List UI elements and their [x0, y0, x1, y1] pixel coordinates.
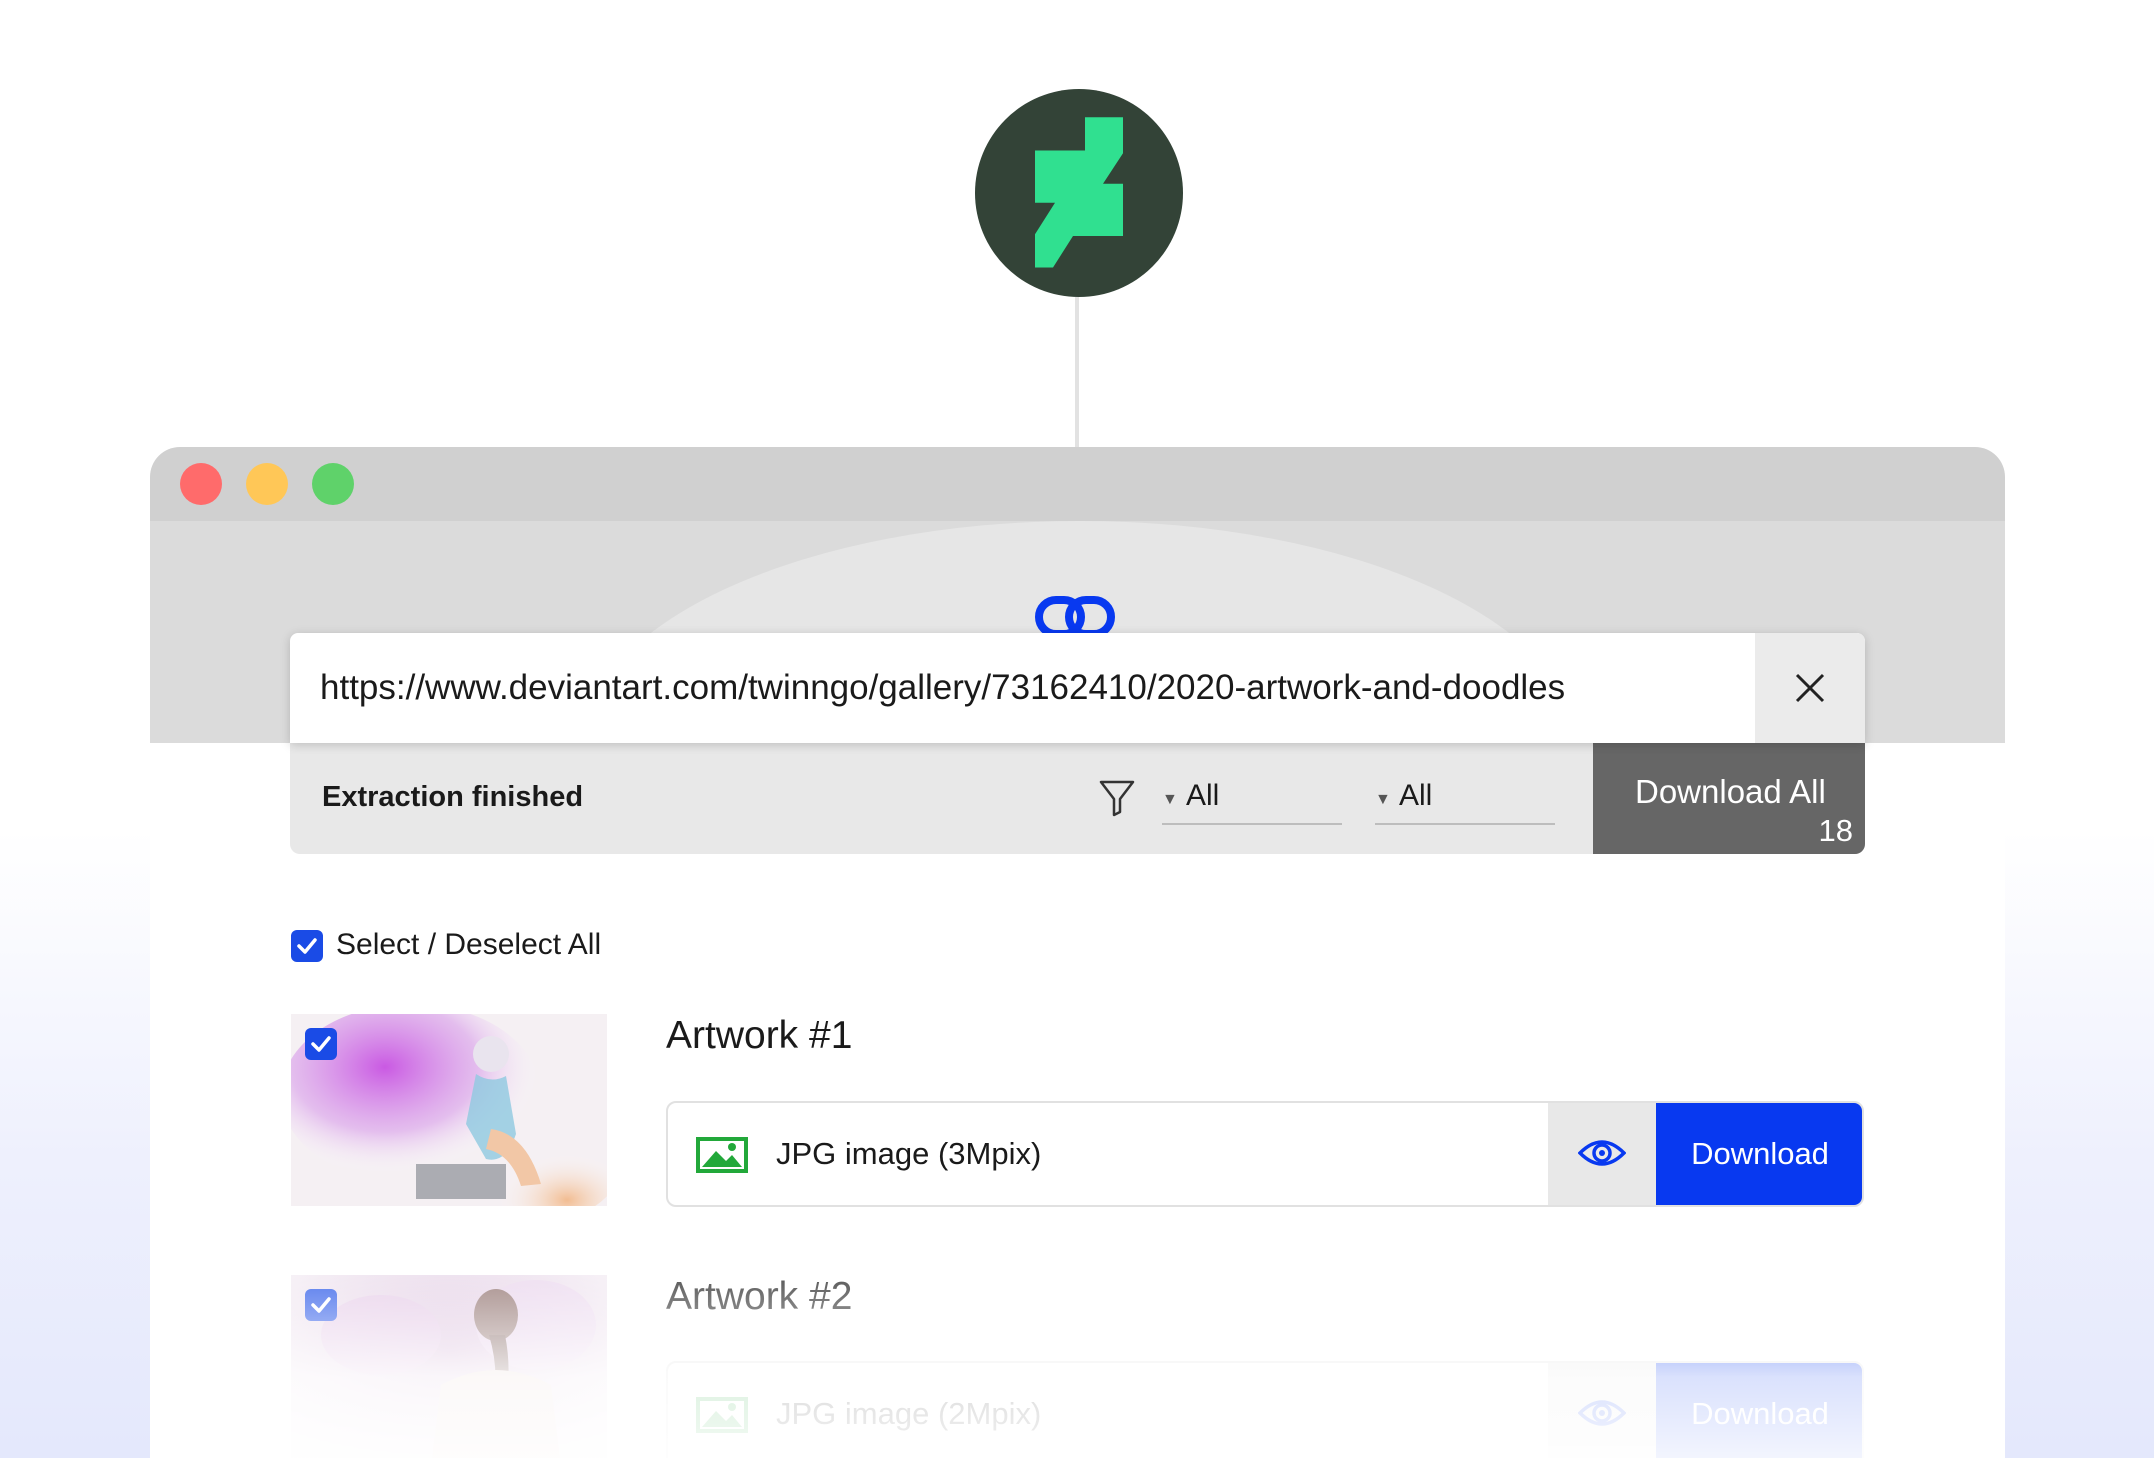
clear-url-button[interactable]: [1755, 633, 1865, 743]
download-all-button[interactable]: Download All 18: [1593, 743, 1865, 854]
image-file-icon: [696, 1137, 748, 1173]
artwork-1-title: Artwork #1: [666, 1014, 853, 1057]
eye-icon: [1578, 1140, 1626, 1166]
connector-line: [1075, 297, 1079, 447]
artwork-1-image: [291, 1014, 607, 1206]
minimize-window-button[interactable]: [246, 463, 288, 505]
artwork-1-checkbox[interactable]: [305, 1028, 337, 1060]
artwork-2-download-label: Download: [1691, 1396, 1829, 1431]
artwork-2-image: [291, 1275, 607, 1458]
select-all-label[interactable]: Select / Deselect All: [336, 928, 601, 962]
artwork-2-file-label: JPG image (2Mpix): [776, 1396, 1042, 1431]
artwork-2-thumbnail[interactable]: [291, 1275, 607, 1458]
artwork-1-file-row: JPG image (3Mpix) Download: [666, 1101, 1864, 1207]
eye-icon: [1578, 1400, 1626, 1426]
select-all-checkbox[interactable]: [291, 930, 323, 962]
filter-select-1[interactable]: ▼ All: [1162, 773, 1342, 825]
artwork-2-preview-button[interactable]: [1548, 1363, 1656, 1458]
app-window: https://www.deviantart.com/twinngo/galle…: [150, 447, 2005, 1458]
artwork-1-file-label: JPG image (3Mpix): [776, 1136, 1042, 1171]
status-bar: Extraction finished ▼ All ▼ All Download…: [290, 743, 1865, 854]
title-bar: [150, 447, 2005, 521]
url-input[interactable]: https://www.deviantart.com/twinngo/galle…: [290, 633, 1865, 743]
checkmark-icon: [311, 1036, 331, 1052]
artwork-1-preview-button[interactable]: [1548, 1103, 1656, 1205]
artwork-2-download-button[interactable]: Download: [1656, 1363, 1862, 1458]
close-window-button[interactable]: [180, 463, 222, 505]
artwork-1-download-button[interactable]: Download: [1656, 1103, 1862, 1205]
filter-select-2-value: All: [1399, 779, 1433, 812]
artwork-1-thumbnail[interactable]: [291, 1014, 607, 1206]
download-all-count: 18: [1818, 813, 1853, 848]
artwork-2-file-row: JPG image (2Mpix) Download: [666, 1361, 1864, 1458]
filter-icon[interactable]: [1098, 778, 1136, 818]
caret-down-icon: ▼: [1375, 791, 1391, 808]
artwork-2-checkbox[interactable]: [305, 1289, 337, 1321]
image-file-icon: [696, 1397, 748, 1433]
caret-down-icon: ▼: [1162, 791, 1178, 808]
maximize-window-button[interactable]: [312, 463, 354, 505]
filter-select-2[interactable]: ▼ All: [1375, 773, 1555, 825]
checkmark-icon: [297, 938, 317, 954]
artwork-2-title: Artwork #2: [666, 1275, 853, 1318]
artwork-1-download-label: Download: [1691, 1136, 1829, 1171]
deviantart-logo: [975, 89, 1183, 297]
download-all-label: Download All: [1635, 773, 1826, 810]
url-input-value[interactable]: https://www.deviantart.com/twinngo/galle…: [320, 633, 1565, 743]
checkmark-icon: [311, 1297, 331, 1313]
filter-select-1-value: All: [1186, 779, 1220, 812]
status-text: Extraction finished: [322, 781, 584, 813]
close-icon: [1795, 673, 1825, 703]
deviantart-logo-icon: [1035, 117, 1123, 268]
